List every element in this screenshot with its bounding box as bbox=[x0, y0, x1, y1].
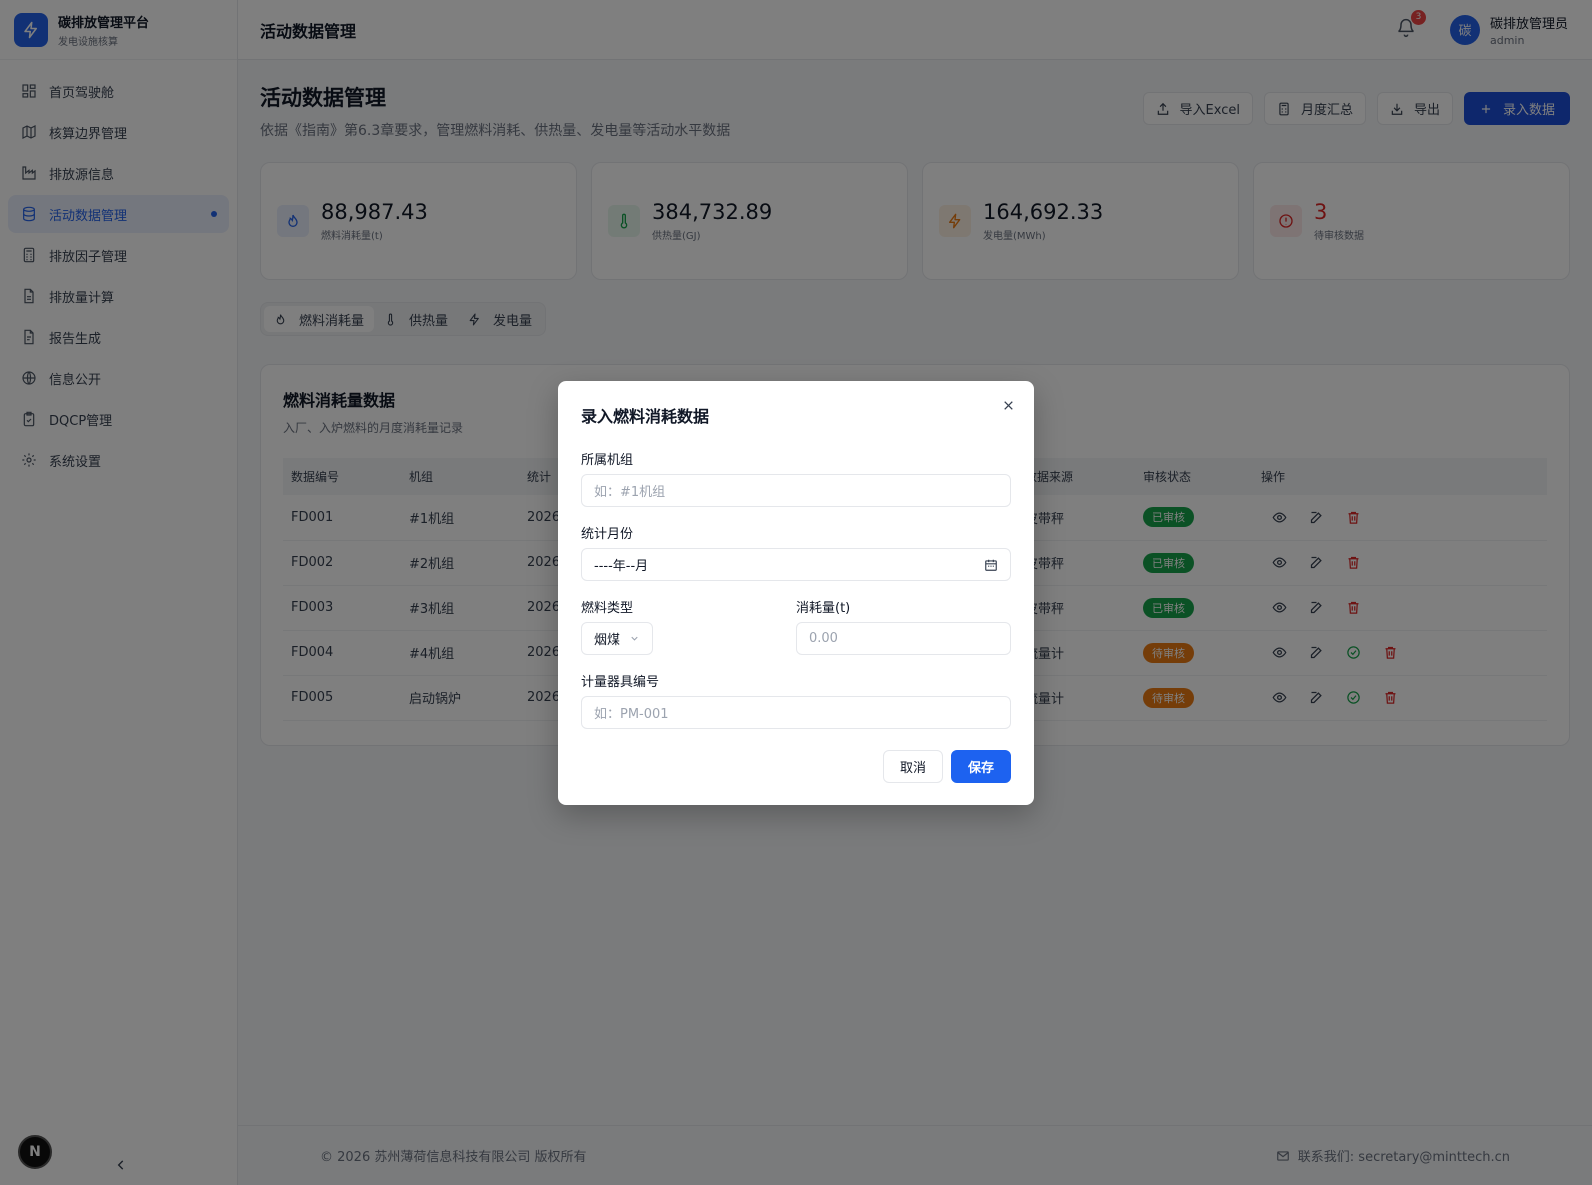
month-field-label: 统计月份 bbox=[581, 527, 634, 542]
amount-input-placeholder: 0.00 bbox=[809, 631, 838, 646]
chevron-down-icon bbox=[629, 633, 640, 644]
meter-input-placeholder: 如：PM-001 bbox=[594, 707, 669, 722]
add-fuel-data-modal: 录入燃料消耗数据 所属机组 如：#1机组 统计月份 ----年--月 燃料类型 … bbox=[558, 381, 1034, 805]
calendar-icon[interactable] bbox=[984, 558, 998, 572]
unit-field-label: 所属机组 bbox=[581, 453, 634, 468]
save-button[interactable]: 保存 bbox=[950, 750, 1011, 783]
month-input-value: ----年--月 bbox=[594, 559, 649, 574]
close-icon bbox=[1003, 400, 1013, 410]
modal-title: 录入燃料消耗数据 bbox=[581, 407, 710, 426]
cancel-button[interactable]: 取消 bbox=[882, 750, 943, 783]
month-input[interactable]: ----年--月 bbox=[581, 548, 1011, 581]
fuel-type-select[interactable]: 烟煤 bbox=[581, 622, 653, 655]
unit-input-placeholder: 如：#1机组 bbox=[594, 485, 666, 500]
meter-field-label: 计量器具编号 bbox=[581, 675, 660, 690]
amount-input[interactable]: 0.00 bbox=[796, 622, 1011, 655]
fuel-type-value: 烟煤 bbox=[594, 633, 621, 648]
meter-input[interactable]: 如：PM-001 bbox=[581, 696, 1011, 729]
fuel-type-label: 燃料类型 bbox=[581, 601, 634, 616]
unit-input[interactable]: 如：#1机组 bbox=[581, 474, 1011, 507]
close-button[interactable] bbox=[998, 395, 1018, 415]
amount-label: 消耗量(t) bbox=[796, 601, 851, 616]
